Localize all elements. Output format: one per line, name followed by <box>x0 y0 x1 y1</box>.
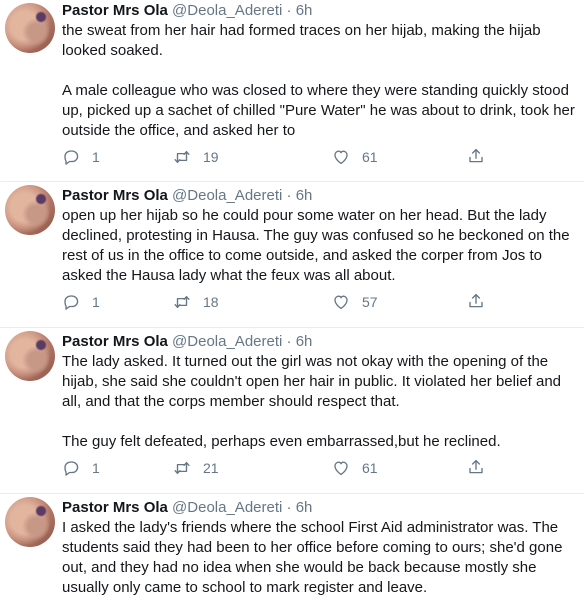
separator-dot: · <box>286 333 292 350</box>
author-name[interactable]: Pastor Mrs Ola <box>62 187 168 204</box>
tweet-paragraph: the sweat from her hair had formed trace… <box>62 22 541 59</box>
tweet[interactable]: Pastor Mrs Ola @Deola_Adereti · 6h open … <box>0 182 584 328</box>
like-button[interactable]: 61 <box>332 147 378 167</box>
tweet[interactable]: Pastor Mrs Ola @Deola_Adereti · 6h The l… <box>0 328 584 494</box>
tweet-content: Pastor Mrs Ola @Deola_Adereti · 6h the s… <box>62 1 576 141</box>
like-icon <box>334 461 348 476</box>
share-button[interactable] <box>467 458 485 476</box>
reply-button[interactable]: 1 <box>62 292 100 312</box>
like-icon <box>334 295 348 310</box>
reply-icon <box>64 295 79 310</box>
avatar[interactable] <box>5 3 55 53</box>
reply-count: 1 <box>92 149 100 165</box>
avatar[interactable] <box>5 185 55 235</box>
tweet-text: The lady asked. It turned out the girl w… <box>62 352 576 452</box>
timestamp[interactable]: 6h <box>296 2 313 19</box>
tweet-paragraph: The guy felt defeated, perhaps even emba… <box>62 433 501 450</box>
retweet-button[interactable]: 18 <box>173 292 219 312</box>
reply-icon <box>64 150 79 165</box>
tweet-thread: Pastor Mrs Ola @Deola_Adereti · 6h the s… <box>0 0 584 604</box>
like-count: 61 <box>362 149 378 165</box>
reply-icon <box>64 461 79 476</box>
author-handle[interactable]: @Deola_Adereti <box>172 187 282 204</box>
tweet[interactable]: Pastor Mrs Ola @Deola_Adereti · 6h I ask… <box>0 494 584 604</box>
tweet-actions: 1 19 61 <box>62 147 492 167</box>
share-icon <box>469 148 483 163</box>
reply-count: 1 <box>92 294 100 310</box>
timestamp[interactable]: 6h <box>296 333 313 350</box>
tweet-paragraph: I asked the lady's friends where the sch… <box>62 519 563 596</box>
tweet-paragraph: The lady asked. It turned out the girl w… <box>62 353 562 410</box>
author-name[interactable]: Pastor Mrs Ola <box>62 2 168 19</box>
share-icon <box>469 459 483 474</box>
author-handle[interactable]: @Deola_Adereti <box>172 499 282 516</box>
tweet-actions: 1 18 57 <box>62 292 492 312</box>
like-icon <box>334 150 348 165</box>
reply-count: 1 <box>92 460 100 476</box>
tweet[interactable]: Pastor Mrs Ola @Deola_Adereti · 6h the s… <box>0 0 584 182</box>
separator-dot: · <box>286 187 292 204</box>
share-button[interactable] <box>467 147 485 165</box>
retweet-count: 19 <box>203 149 219 165</box>
tweet-content: Pastor Mrs Ola @Deola_Adereti · 6h I ask… <box>62 498 576 598</box>
author-name[interactable]: Pastor Mrs Ola <box>62 333 168 350</box>
retweet-icon <box>174 296 190 308</box>
retweet-button[interactable]: 21 <box>173 458 219 478</box>
share-button[interactable] <box>467 292 485 310</box>
retweet-count: 18 <box>203 294 219 310</box>
tweet-text: open up her hijab so he could pour some … <box>62 206 576 286</box>
retweet-icon <box>174 151 190 163</box>
like-button[interactable]: 61 <box>332 458 378 478</box>
tweet-header: Pastor Mrs Ola @Deola_Adereti · 6h <box>62 332 576 352</box>
author-handle[interactable]: @Deola_Adereti <box>172 2 282 19</box>
timestamp[interactable]: 6h <box>296 187 313 204</box>
like-count: 61 <box>362 460 378 476</box>
retweet-button[interactable]: 19 <box>173 147 219 167</box>
reply-button[interactable]: 1 <box>62 147 100 167</box>
tweet-text: I asked the lady's friends where the sch… <box>62 518 576 598</box>
tweet-header: Pastor Mrs Ola @Deola_Adereti · 6h <box>62 498 576 518</box>
share-icon <box>469 293 483 308</box>
timestamp[interactable]: 6h <box>296 499 313 516</box>
retweet-icon <box>174 462 190 474</box>
tweet-actions: 1 21 61 <box>62 458 492 478</box>
tweet-paragraph: A male colleague who was closed to where… <box>62 82 575 139</box>
reply-button[interactable]: 1 <box>62 458 100 478</box>
tweet-paragraph: open up her hijab so he could pour some … <box>62 207 570 284</box>
tweet-text: the sweat from her hair had formed trace… <box>62 21 576 141</box>
separator-dot: · <box>286 2 292 19</box>
like-count: 57 <box>362 294 378 310</box>
tweet-header: Pastor Mrs Ola @Deola_Adereti · 6h <box>62 186 576 206</box>
like-button[interactable]: 57 <box>332 292 378 312</box>
author-handle[interactable]: @Deola_Adereti <box>172 333 282 350</box>
avatar[interactable] <box>5 497 55 547</box>
tweet-content: Pastor Mrs Ola @Deola_Adereti · 6h The l… <box>62 332 576 452</box>
tweet-content: Pastor Mrs Ola @Deola_Adereti · 6h open … <box>62 186 576 286</box>
separator-dot: · <box>286 499 292 516</box>
avatar[interactable] <box>5 331 55 381</box>
retweet-count: 21 <box>203 460 219 476</box>
tweet-header: Pastor Mrs Ola @Deola_Adereti · 6h <box>62 1 576 21</box>
author-name[interactable]: Pastor Mrs Ola <box>62 499 168 516</box>
